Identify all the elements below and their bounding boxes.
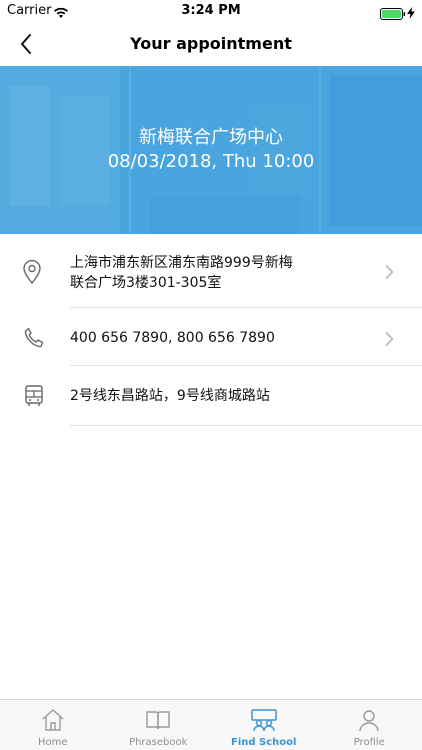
tab-bar: Home Phrasebook Find School Profile xyxy=(0,699,422,750)
tab-phrasebook[interactable]: Phrasebook xyxy=(106,700,212,750)
address-line-2: 联合广场3楼301-305室 xyxy=(70,275,222,291)
phone-numbers: 400 656 7890, 800 656 7890 xyxy=(70,330,275,346)
tab-profile-label: Profile xyxy=(353,737,385,748)
tab-profile[interactable]: Profile xyxy=(317,700,422,750)
classroom-icon xyxy=(250,708,278,736)
status-bar: Carrier 3:24 PM xyxy=(0,0,422,22)
center-banner: 新梅联合广场中心 08/03/2018, Thu 10:00 xyxy=(0,66,422,234)
chevron-right-icon xyxy=(385,264,394,283)
transit-row: 2号线东昌路站，9号线商城路站 xyxy=(0,366,422,426)
tab-home-label: Home xyxy=(37,737,68,748)
book-icon xyxy=(145,708,171,736)
center-name: 新梅联合广场中心 xyxy=(139,127,283,148)
address-line-1: 上海市浦东新区浦东南路999号新梅 xyxy=(70,255,293,271)
chevron-right-icon xyxy=(385,331,394,350)
person-icon xyxy=(357,708,381,736)
divider xyxy=(70,425,422,426)
tab-phrasebook-label: Phrasebook xyxy=(129,737,188,748)
charging-bolt-icon xyxy=(407,4,415,23)
phone-row[interactable]: 400 656 7890, 800 656 7890 xyxy=(0,308,422,366)
tab-find-school[interactable]: Find School xyxy=(211,700,317,750)
phone-icon xyxy=(22,326,46,354)
bus-icon xyxy=(22,384,46,412)
address-row[interactable]: 上海市浦东新区浦东南路999号新梅 联合广场3楼301-305室 xyxy=(0,234,422,308)
tab-home[interactable]: Home xyxy=(0,700,106,750)
transit-directions: 2号线东昌路站，9号线商城路站 xyxy=(70,388,270,404)
appointment-datetime: 08/03/2018, Thu 10:00 xyxy=(107,151,315,172)
tab-find-school-label: Find School xyxy=(231,737,297,748)
status-time: 3:24 PM xyxy=(181,3,241,18)
location-pin-icon xyxy=(22,259,42,288)
page-title: Your appointment xyxy=(130,34,292,53)
home-icon xyxy=(40,708,66,736)
navigation-bar: Your appointment xyxy=(0,22,422,66)
